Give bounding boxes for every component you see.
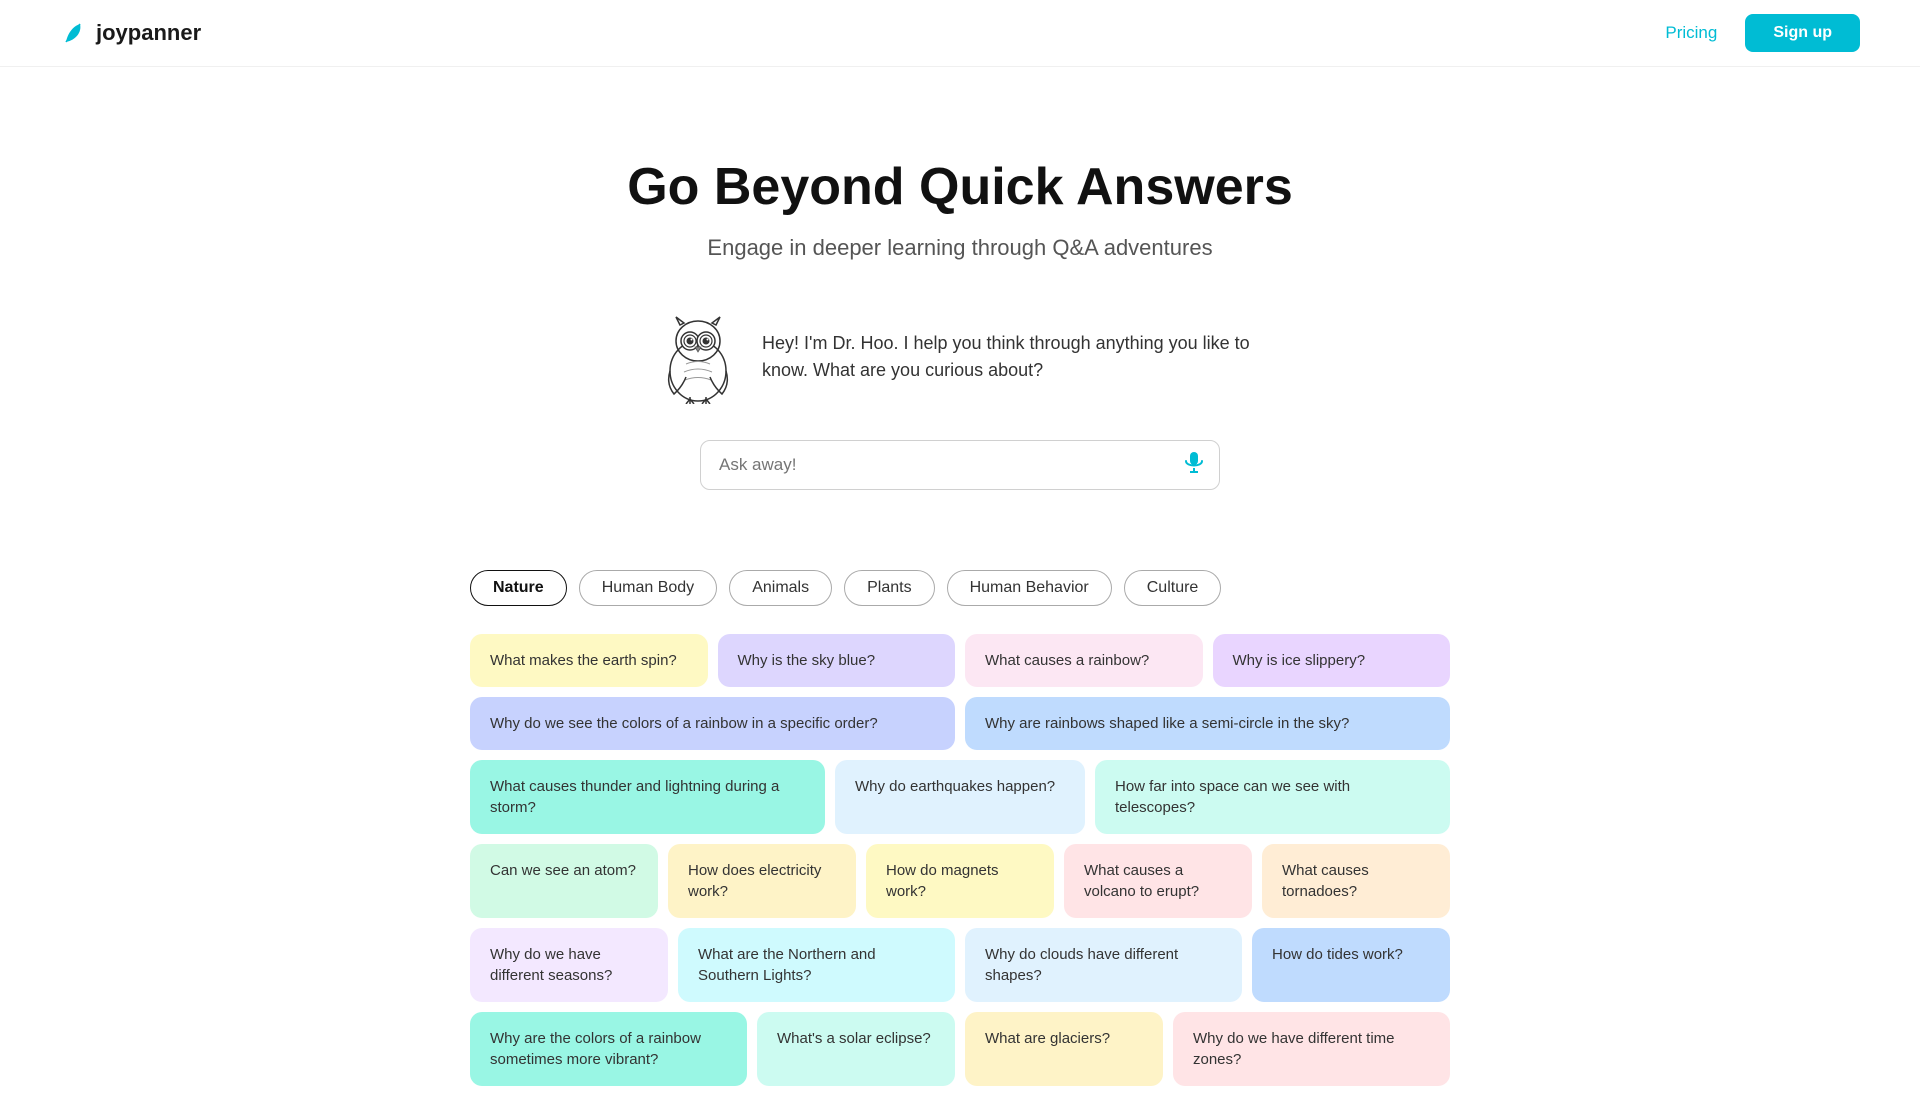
question-card[interactable]: Why do clouds have different shapes? xyxy=(965,928,1242,1002)
cards-row-3: Can we see an atom?How does electricity … xyxy=(470,844,1450,918)
question-card[interactable]: How does electricity work? xyxy=(668,844,856,918)
question-card[interactable]: Why do we have different seasons? xyxy=(470,928,668,1002)
logo-text: joypanner xyxy=(96,20,201,46)
tab-animals[interactable]: Animals xyxy=(729,570,832,606)
question-card[interactable]: How do magnets work? xyxy=(866,844,1054,918)
pricing-link[interactable]: Pricing xyxy=(1665,23,1717,43)
owl-chat: Hey! I'm Dr. Hoo. I help you think throu… xyxy=(658,309,1262,404)
question-card[interactable]: What are the Northern and Southern Light… xyxy=(678,928,955,1002)
chat-bubble: Hey! I'm Dr. Hoo. I help you think throu… xyxy=(762,330,1262,384)
question-card[interactable]: What's a solar eclipse? xyxy=(757,1012,955,1086)
tab-culture[interactable]: Culture xyxy=(1124,570,1222,606)
signup-button[interactable]: Sign up xyxy=(1745,14,1860,52)
tab-human-body[interactable]: Human Body xyxy=(579,570,718,606)
cards-row-2: What causes thunder and lightning during… xyxy=(470,760,1450,834)
chat-message: Hey! I'm Dr. Hoo. I help you think throu… xyxy=(762,333,1250,380)
tab-plants[interactable]: Plants xyxy=(844,570,934,606)
question-card[interactable]: Why is ice slippery? xyxy=(1213,634,1451,687)
hero-title: Go Beyond Quick Answers xyxy=(627,157,1293,217)
question-card[interactable]: What are glaciers? xyxy=(965,1012,1163,1086)
hero-subtitle: Engage in deeper learning through Q&A ad… xyxy=(707,235,1212,261)
microphone-icon[interactable] xyxy=(1184,451,1204,479)
question-card[interactable]: Can we see an atom? xyxy=(470,844,658,918)
cards-grid: What makes the earth spin?Why is the sky… xyxy=(470,634,1450,1086)
question-card[interactable]: Why do we see the colors of a rainbow in… xyxy=(470,697,955,750)
owl-illustration xyxy=(658,309,738,404)
navbar: joypanner Pricing Sign up xyxy=(0,0,1920,67)
cards-row-4: Why do we have different seasons?What ar… xyxy=(470,928,1450,1002)
tabs-section: Nature Human Body Animals Plants Human B… xyxy=(470,570,1450,1110)
question-card[interactable]: What causes tornadoes? xyxy=(1262,844,1450,918)
tab-nature[interactable]: Nature xyxy=(470,570,567,606)
question-card[interactable]: Why do we have different time zones? xyxy=(1173,1012,1450,1086)
question-card[interactable]: What causes a volcano to erupt? xyxy=(1064,844,1252,918)
question-card[interactable]: What causes a rainbow? xyxy=(965,634,1203,687)
question-card[interactable]: Why are the colors of a rainbow sometime… xyxy=(470,1012,747,1086)
tabs-row: Nature Human Body Animals Plants Human B… xyxy=(470,570,1450,606)
search-input[interactable] xyxy=(700,440,1220,490)
question-card[interactable]: Why do earthquakes happen? xyxy=(835,760,1085,834)
cards-row-0: What makes the earth spin?Why is the sky… xyxy=(470,634,1450,687)
question-card[interactable]: Why are rainbows shaped like a semi-circ… xyxy=(965,697,1450,750)
logo[interactable]: joypanner xyxy=(60,18,201,48)
question-card[interactable]: How far into space can we see with teles… xyxy=(1095,760,1450,834)
nav-right: Pricing Sign up xyxy=(1665,14,1860,52)
question-card[interactable]: How do tides work? xyxy=(1252,928,1450,1002)
question-card[interactable]: What makes the earth spin? xyxy=(470,634,708,687)
question-card[interactable]: What causes thunder and lightning during… xyxy=(470,760,825,834)
search-bar-wrapper xyxy=(700,440,1220,490)
tab-human-behavior[interactable]: Human Behavior xyxy=(947,570,1112,606)
logo-leaf-icon xyxy=(60,18,90,48)
hero-section: Go Beyond Quick Answers Engage in deeper… xyxy=(0,67,1920,570)
question-card[interactable]: Why is the sky blue? xyxy=(718,634,956,687)
cards-row-1: Why do we see the colors of a rainbow in… xyxy=(470,697,1450,750)
cards-row-5: Why are the colors of a rainbow sometime… xyxy=(470,1012,1450,1086)
